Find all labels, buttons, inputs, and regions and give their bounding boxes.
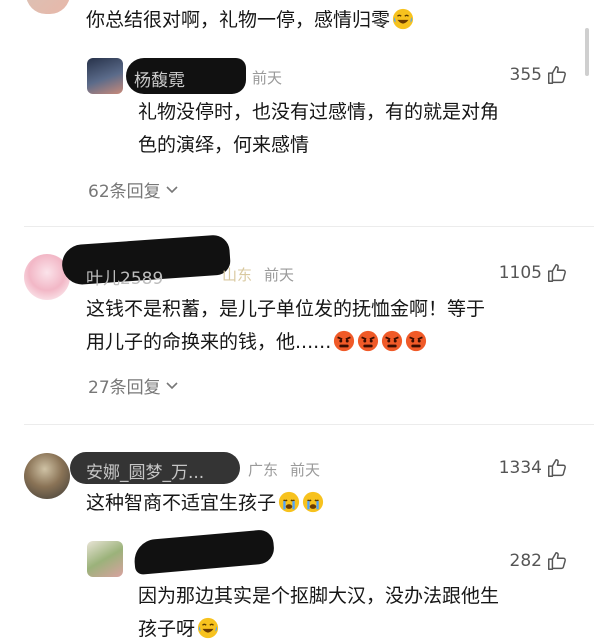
like-count: 282	[509, 551, 542, 571]
angry-emoji	[406, 330, 427, 352]
like-button[interactable]: 1105	[499, 262, 568, 284]
avatar[interactable]	[87, 58, 123, 94]
comment-text: 你总结很对啊，礼物一停，感情归零	[86, 4, 414, 37]
reply-text: 礼物没停时，也没有过感情，有的就是对角 色的演绎，何来感情	[138, 101, 500, 156]
like-count: 355	[509, 65, 542, 85]
thumbs-up-icon	[548, 264, 566, 282]
comment-author[interactable]: 安娜_圆梦_万...	[86, 458, 204, 483]
laugh-cry-emoji	[392, 8, 414, 30]
thumbs-up-icon	[548, 66, 566, 84]
redaction-mark	[132, 528, 276, 576]
avatar[interactable]	[24, 453, 70, 499]
sob-emoji	[278, 491, 300, 513]
comment-text: 这钱不是积蓄，是儿子单位发的抚恤金啊！等于 用儿子的命换来的钱，他......	[86, 298, 486, 353]
chevron-down-icon	[166, 381, 178, 389]
like-button[interactable]: 1334	[499, 457, 568, 479]
like-count: 1334	[498, 458, 542, 478]
view-replies-button[interactable]: 62条回复	[88, 177, 179, 202]
comment-text: 这种智商不适宜生孩子	[86, 487, 324, 520]
comment-location: 山东	[222, 266, 253, 284]
angry-emoji	[358, 330, 379, 352]
reply-text: 因为那边其实是个抠脚大汉，没办法跟他生 孩子呀	[138, 585, 500, 640]
laugh-cry-emoji	[197, 617, 219, 639]
divider	[24, 226, 594, 227]
comment-location: 广东	[248, 461, 279, 479]
angry-emoji	[382, 330, 403, 352]
comment-time: 前天	[264, 266, 295, 284]
angry-emoji	[334, 330, 355, 352]
like-button[interactable]: 355	[510, 64, 568, 86]
thumbs-up-icon	[548, 459, 566, 477]
like-button[interactable]: 282	[510, 550, 568, 572]
sob-emoji	[302, 491, 324, 513]
chevron-down-icon	[166, 185, 178, 193]
reply-time: 前天	[252, 69, 283, 87]
comment-time: 前天	[290, 461, 321, 479]
scrollbar[interactable]	[585, 28, 589, 76]
avatar[interactable]	[26, 0, 70, 14]
view-replies-button[interactable]: 27条回复	[88, 373, 179, 398]
comment-author[interactable]: 叶儿2589	[86, 264, 163, 289]
reply-author[interactable]: 杨馥霓	[134, 66, 185, 91]
divider	[24, 424, 594, 425]
avatar[interactable]	[87, 541, 123, 577]
thumbs-up-icon	[548, 552, 566, 570]
like-count: 1105	[498, 263, 542, 283]
